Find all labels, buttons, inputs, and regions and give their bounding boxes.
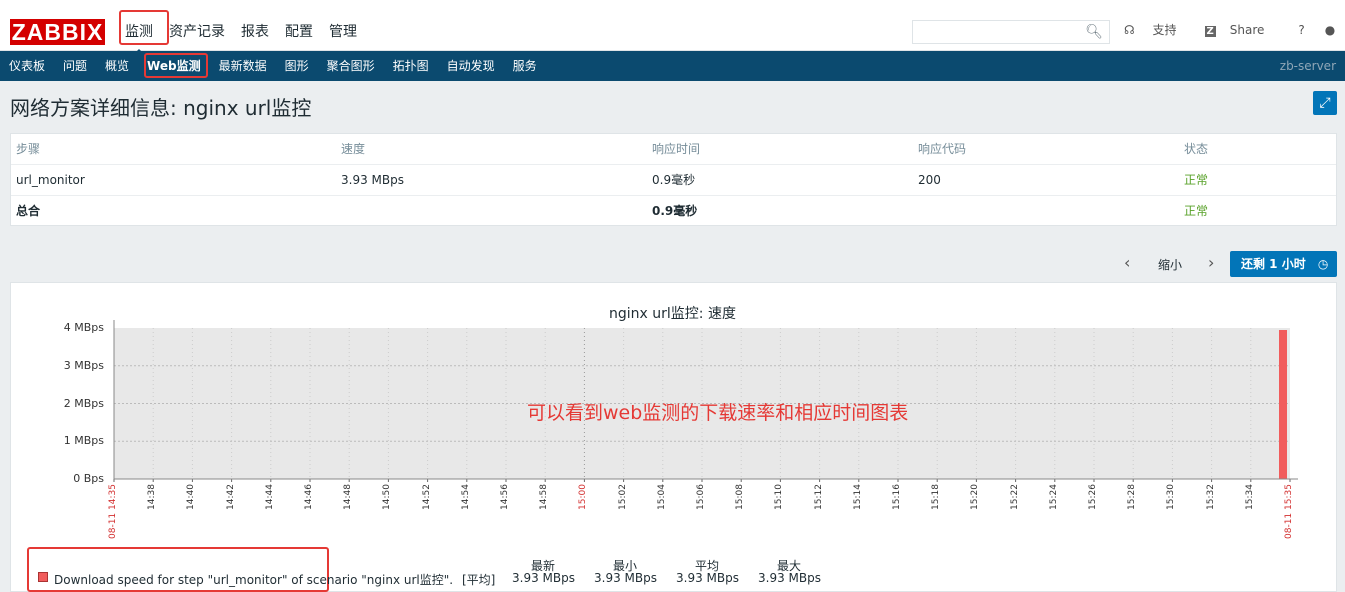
y-tick-label: 4 MBps [63, 321, 104, 334]
legend-val-min: 3.93 MBps [594, 571, 657, 585]
x-tick-label: 14:54 [460, 484, 471, 510]
x-tick-label: 15:02 [617, 484, 628, 510]
x-tick-label: 15:28 [1127, 484, 1138, 510]
x-tick-label: 14:48 [343, 484, 354, 510]
x-tick-label: 15:34 [1244, 484, 1255, 510]
x-tick-label: 08-11 15:35 [1284, 484, 1294, 539]
x-tick-label: 14:44 [264, 484, 275, 510]
x-tick-label: 15:14 [852, 484, 863, 510]
annotation-text: 可以看到web监测的下载速率和相应时间图表 [527, 402, 909, 424]
x-tick-label: 15:04 [656, 484, 667, 510]
graph-canvas [113, 320, 1298, 482]
x-tick-label: 15:16 [892, 484, 902, 510]
y-tick-label: 3 MBps [63, 358, 104, 372]
legend-swatch [38, 572, 48, 582]
legend-val-last: 3.93 MBps [512, 571, 575, 585]
legend-val-avg: 3.93 MBps [676, 571, 739, 585]
legend-label: Download speed for step "url_monitor" of… [54, 573, 454, 587]
x-tick-label: 14:58 [539, 484, 550, 510]
x-tick-label: 15:08 [735, 484, 746, 510]
x-tick-label: 14:46 [304, 484, 314, 510]
x-tick-label: 14:42 [225, 484, 236, 510]
y-tick-label: 1 MBps [63, 434, 104, 448]
x-tick-label: 15:00 [578, 484, 589, 510]
x-tick-label: 14:52 [421, 484, 432, 510]
legend-func: [平均] [462, 573, 496, 587]
x-tick-label: 15:20 [970, 484, 981, 510]
y-tick-label: 2 MBps [63, 396, 104, 410]
x-tick-label: 15:10 [774, 484, 785, 510]
x-tick-label: 14:56 [500, 484, 510, 510]
x-tick-label: 15:18 [931, 484, 942, 510]
legend-val-max: 3.93 MBps [758, 571, 821, 585]
y-tick-label: 0 Bps [73, 472, 104, 485]
x-tick-label: 15:30 [1166, 484, 1177, 510]
x-tick-label: 14:50 [382, 484, 393, 510]
x-tick-label: 08-11 14:35 [108, 484, 118, 539]
x-tick-label: 15:22 [1009, 484, 1020, 510]
x-tick-label: 15:32 [1205, 484, 1216, 510]
x-tick-label: 15:06 [696, 484, 706, 510]
x-tick-label: 15:24 [1048, 484, 1059, 510]
x-tick-label: 15:12 [813, 484, 824, 510]
speed-series-bar [1279, 330, 1287, 479]
x-tick-label: 14:38 [147, 484, 158, 510]
x-tick-label: 14:40 [186, 484, 197, 510]
x-tick-label: 15:26 [1088, 484, 1098, 510]
